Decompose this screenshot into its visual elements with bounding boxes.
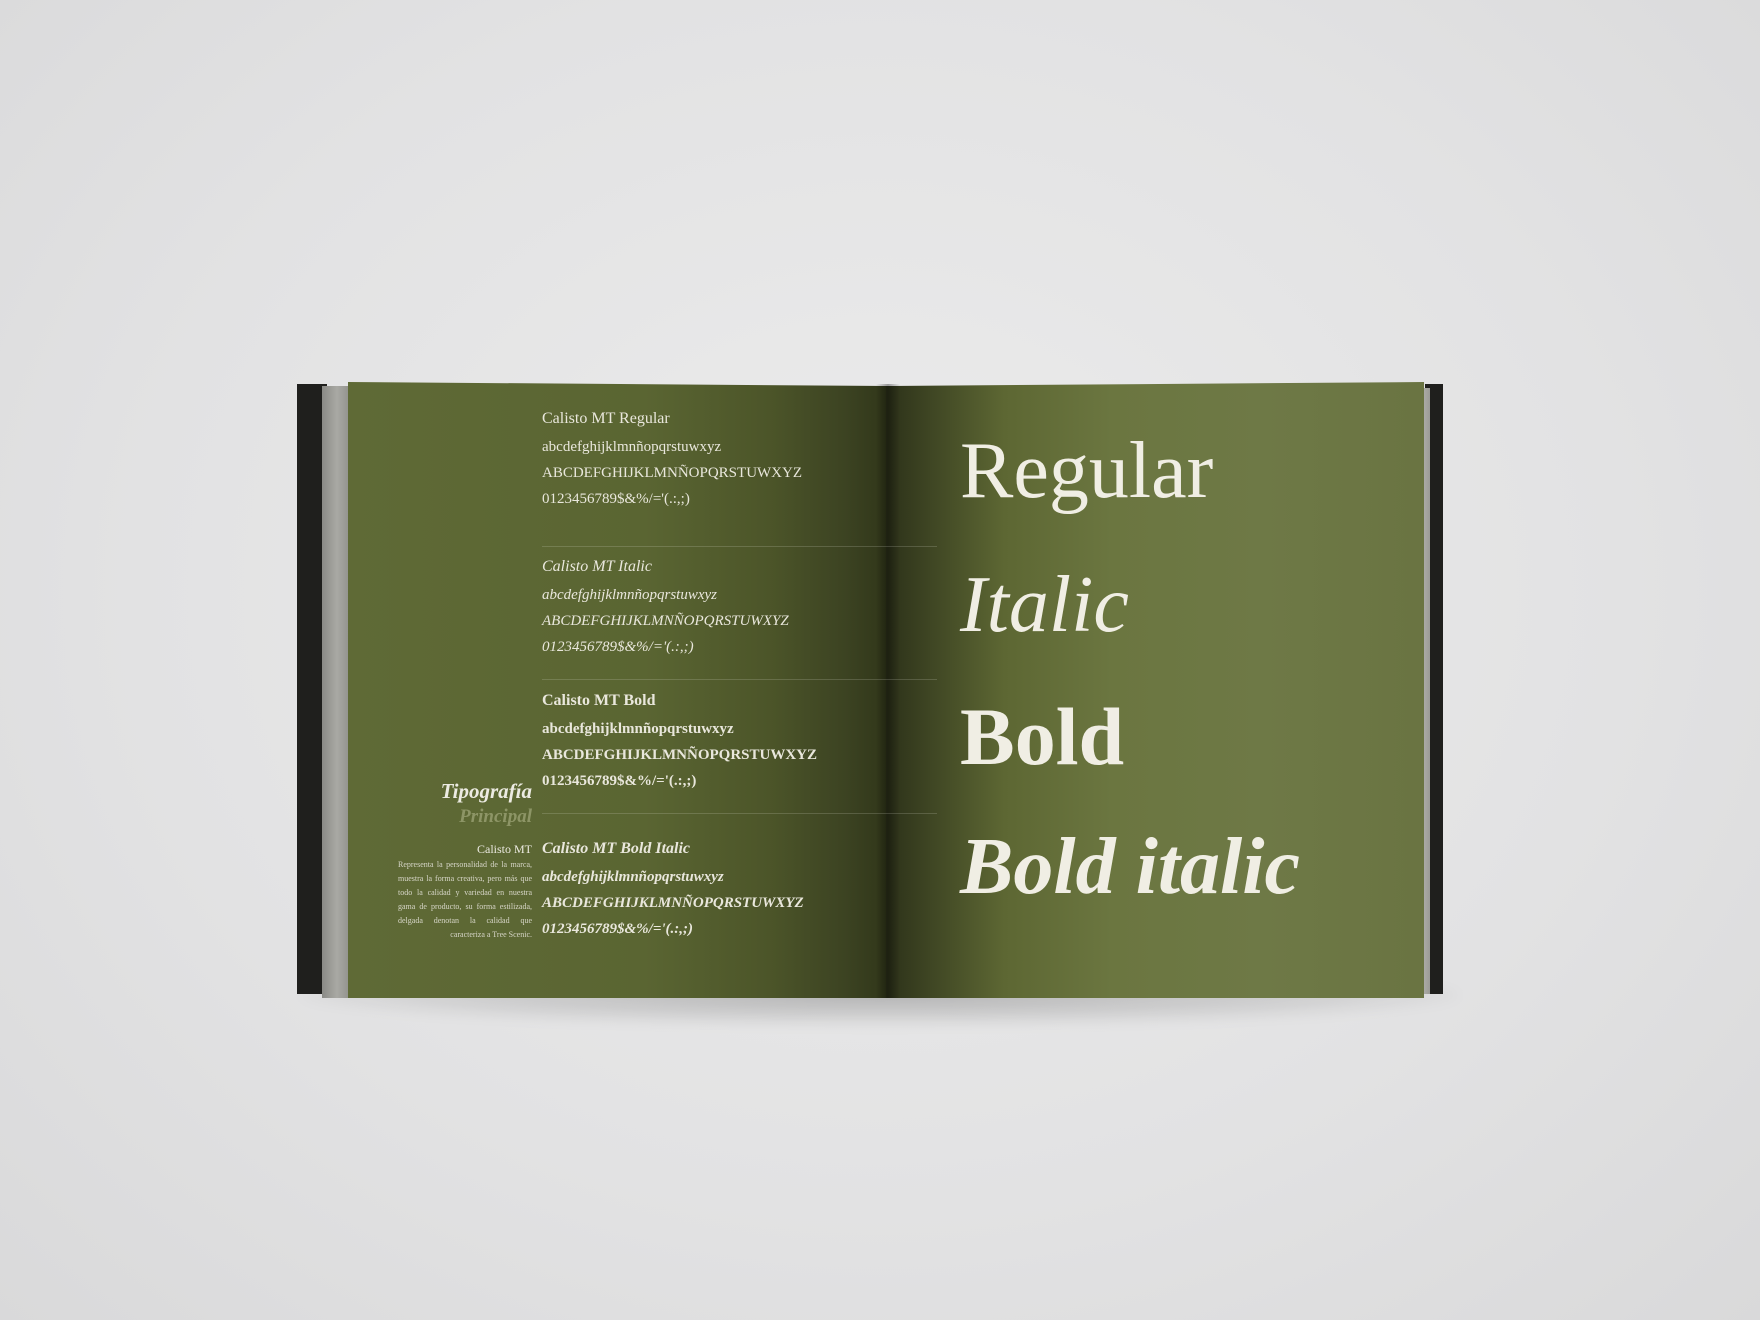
style-italic-display: Italic: [960, 561, 1129, 649]
specimen-name: Calisto MT Italic: [542, 558, 652, 575]
specimen-lowercase: abcdefghijklmnñopqrstuwxyz: [542, 439, 722, 455]
book-gutter: [876, 384, 900, 998]
specimen-bold: Calisto MT Bold abcdefghijklmnñopqrstuwx…: [542, 692, 817, 794]
specimen-numerals: 0123456789$&%/='(.:,;): [542, 491, 690, 507]
style-bold-display: Bold: [960, 691, 1125, 782]
divider: [542, 546, 937, 547]
specimen-lowercase: abcdefghijklmnñopqrstuwxyz: [542, 869, 724, 885]
section-subtitle: Principal: [459, 806, 532, 827]
specimen-numerals: 0123456789$&%/='(.:,;): [542, 773, 697, 789]
specimen-uppercase: ABCDEFGHIJKLMNÑOPQRSTUWXYZ: [542, 747, 818, 763]
divider: [542, 813, 937, 814]
section-title: Tipografía: [440, 779, 532, 803]
font-description: Representa la personalidad de la marca, …: [398, 860, 532, 939]
specimen-lowercase: abcdefghijklmnñopqrstuwxyz: [542, 721, 734, 737]
specimen-uppercase: ABCDEFGHIJKLMNÑOPQRSTUWXYZ: [542, 465, 803, 481]
divider: [542, 679, 937, 680]
specimen-name: Calisto MT Bold: [542, 692, 656, 709]
specimen-name: Calisto MT Regular: [542, 410, 670, 427]
specimen-bold-italic: Calisto MT Bold Italic abcdefghijklmnñop…: [542, 840, 804, 942]
photo-scene: Calisto MT Regular abcdefghijklmnñopqrst…: [0, 0, 1760, 1320]
specimen-numerals: 0123456789$&%/='(.:,;): [542, 639, 694, 655]
page-stack-left: [322, 386, 352, 998]
specimen-italic: Calisto MT Italic abcdefghijklmnñopqrstu…: [542, 558, 789, 660]
specimen-regular: Calisto MT Regular abcdefghijklmnñopqrst…: [542, 410, 802, 512]
specimen-name: Calisto MT Bold Italic: [542, 840, 691, 857]
specimen-uppercase: ABCDEFGHIJKLMNÑOPQRSTUWXYZ: [542, 613, 789, 629]
font-caption: Calisto MT: [476, 842, 532, 856]
specimen-numerals: 0123456789$&%/='(.:,;): [542, 921, 694, 937]
style-bold-italic-display: Bold italic: [960, 823, 1300, 911]
specimen-uppercase: ABCDEFGHIJKLMNÑOPQRSTUWXYZ: [542, 895, 804, 911]
specimen-lowercase: abcdefghijklmnñopqrstuwxyz: [542, 587, 717, 603]
style-regular-display: Regular: [960, 427, 1214, 515]
